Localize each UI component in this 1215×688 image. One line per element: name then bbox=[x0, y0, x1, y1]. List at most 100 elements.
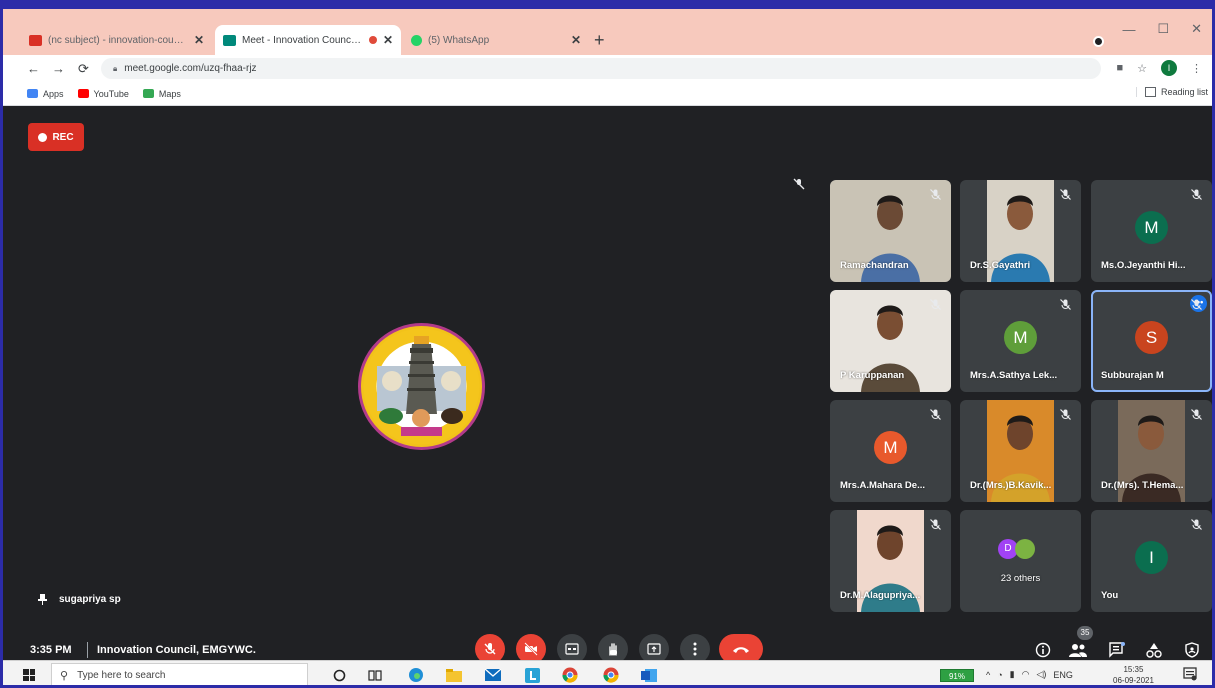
mic-off-icon bbox=[484, 643, 496, 655]
reading-list-icon bbox=[1144, 87, 1156, 97]
participant-name: Dr.(Mrs.)B.Kavik... bbox=[970, 480, 1052, 491]
network-icon[interactable]: ◔ bbox=[997, 670, 1002, 680]
whatsapp-icon bbox=[411, 34, 422, 46]
minimize-icon[interactable]: — bbox=[1122, 22, 1135, 37]
participant-tile[interactable]: D 23 others bbox=[960, 510, 1081, 612]
participant-tile[interactable]: Dr.(Mrs). T.Hema... bbox=[1091, 400, 1212, 502]
pin-icon[interactable] bbox=[38, 594, 47, 605]
activities-icon bbox=[1146, 643, 1162, 658]
participant-name: You bbox=[1101, 590, 1119, 601]
close-icon[interactable]: ✕ bbox=[383, 33, 393, 47]
address-bar: ← → ⟳ 🔒︎ meet.google.com/uzq-fhaa-rjz ■ … bbox=[3, 55, 1212, 82]
participant-avatar: M bbox=[1135, 211, 1168, 244]
tab-whatsapp[interactable]: (5) WhatsApp ✕ bbox=[403, 25, 589, 55]
close-window-icon[interactable]: ✕ bbox=[1191, 21, 1202, 37]
system-tray: ^ ◔ ▮ ◠ ◁) ENG bbox=[986, 669, 1073, 680]
windows-start-icon[interactable] bbox=[23, 669, 35, 681]
chevron-up-icon[interactable]: ^ bbox=[986, 670, 990, 680]
back-icon[interactable]: ← bbox=[21, 61, 46, 76]
new-tab-button[interactable]: + bbox=[594, 30, 605, 51]
close-icon[interactable]: ✕ bbox=[194, 33, 204, 47]
taskbar-search-input[interactable]: ⚲ Type here to search bbox=[51, 663, 308, 685]
participant-tile[interactable]: M Mrs.A.Sathya Lek... bbox=[960, 290, 1081, 392]
windows-taskbar: ⚲ Type here to search 91% ^ ◔ ▮ ◠ ◁) ENG… bbox=[3, 660, 1212, 685]
meeting-title: Innovation Council, EMGYWC. bbox=[97, 644, 256, 656]
bookmark-youtube[interactable]: YouTube bbox=[77, 89, 129, 99]
edge-icon[interactable] bbox=[406, 665, 426, 685]
participant-avatar: I bbox=[1135, 541, 1168, 574]
recording-label: REC bbox=[52, 131, 74, 143]
mic-off-icon bbox=[1191, 299, 1202, 310]
participant-tile[interactable]: Dr.S.Gayathri bbox=[960, 180, 1081, 282]
lync-app-icon[interactable] bbox=[522, 665, 542, 685]
record-dot-icon bbox=[38, 132, 48, 142]
word-icon[interactable] bbox=[639, 665, 659, 685]
file-explorer-icon[interactable] bbox=[444, 665, 464, 685]
activities-button[interactable] bbox=[1145, 641, 1163, 659]
task-view-icon[interactable] bbox=[365, 665, 385, 685]
gmail-icon bbox=[29, 34, 42, 46]
participant-tile[interactable]: Dr.(Mrs.)B.Kavik... bbox=[960, 400, 1081, 502]
participant-tile[interactable]: M Ms.O.Jeyanthi Hi... bbox=[1091, 180, 1212, 282]
tab-title: Meet - Innovation Council, E bbox=[242, 34, 363, 46]
tab-meet[interactable]: Meet - Innovation Council, E ✕ bbox=[215, 25, 401, 55]
presenter-name: sugapriya sp bbox=[38, 594, 121, 605]
college-logo bbox=[358, 323, 485, 450]
language-indicator[interactable]: ENG bbox=[1053, 670, 1073, 680]
participant-avatar bbox=[1015, 539, 1035, 559]
account-avatar[interactable]: I bbox=[1161, 60, 1177, 76]
bookmark-star-icon[interactable]: ☆ bbox=[1137, 62, 1147, 75]
chrome-active-icon[interactable] bbox=[601, 665, 621, 685]
mail-icon[interactable] bbox=[483, 665, 503, 685]
profile-icon[interactable] bbox=[1093, 36, 1104, 47]
participant-tile[interactable]: I You bbox=[1091, 510, 1212, 612]
reading-list-label: Reading list bbox=[1160, 87, 1208, 97]
maps-icon bbox=[142, 89, 154, 98]
chat-button[interactable] bbox=[1108, 641, 1126, 659]
presenter-name-label: sugapriya sp bbox=[59, 594, 121, 605]
microphone-icon[interactable]: ▮ bbox=[1010, 669, 1015, 680]
mic-off-icon bbox=[1191, 519, 1202, 530]
camera-in-use-icon[interactable]: ■ bbox=[1116, 62, 1123, 74]
taskbar-clock[interactable]: 15:35 06-09-2021 bbox=[1113, 664, 1154, 685]
host-controls-button[interactable] bbox=[1183, 641, 1201, 659]
reload-icon[interactable]: ⟳ bbox=[71, 61, 96, 77]
tab-title: (nc subject) - innovation-council bbox=[48, 34, 188, 46]
meeting-details-button[interactable] bbox=[1034, 641, 1052, 659]
mic-off-icon bbox=[930, 189, 941, 200]
close-icon[interactable]: ✕ bbox=[571, 33, 581, 47]
screenshot-frame: (nc subject) - innovation-council ✕ Meet… bbox=[0, 0, 1215, 688]
battery-indicator[interactable]: 91% bbox=[940, 669, 974, 682]
meet-icon bbox=[223, 34, 236, 46]
participant-tile[interactable]: Ramachandran bbox=[830, 180, 951, 282]
maximize-icon[interactable]: ☐ bbox=[1157, 21, 1169, 37]
participant-tile[interactable]: M Mrs.A.Mahara De... bbox=[830, 400, 951, 502]
mic-off-icon bbox=[1060, 409, 1071, 420]
notification-icon[interactable] bbox=[1183, 667, 1197, 681]
participant-avatar: M bbox=[1004, 321, 1037, 354]
info-icon bbox=[1035, 642, 1051, 658]
volume-icon[interactable]: ◁) bbox=[1036, 669, 1046, 680]
participant-avatar: S bbox=[1135, 321, 1168, 354]
tab-gmail[interactable]: (nc subject) - innovation-council ✕ bbox=[21, 25, 212, 55]
wifi-icon[interactable]: ◠ bbox=[1022, 669, 1030, 680]
participant-name: Ms.O.Jeyanthi Hi... bbox=[1101, 260, 1186, 271]
forward-icon[interactable]: → bbox=[46, 61, 71, 76]
mic-off-icon bbox=[930, 299, 941, 310]
bookmark-maps[interactable]: Maps bbox=[142, 89, 181, 99]
reading-list-button[interactable]: Reading list bbox=[1135, 87, 1208, 97]
browser-menu-icon[interactable]: ⋮ bbox=[1191, 62, 1202, 75]
cortana-icon[interactable] bbox=[329, 665, 349, 685]
mic-off-icon bbox=[930, 409, 941, 420]
people-button[interactable] bbox=[1069, 641, 1087, 659]
participant-tile[interactable]: Dr.M.Alagupriya... bbox=[830, 510, 951, 612]
participant-name: Dr.S.Gayathri bbox=[970, 260, 1031, 271]
phone-hangup-icon bbox=[733, 647, 749, 653]
mic-off-icon bbox=[930, 519, 941, 530]
bookmark-apps[interactable]: Apps bbox=[27, 89, 64, 99]
participant-tile[interactable]: S•••Subburajan M bbox=[1091, 290, 1212, 392]
participant-tile[interactable]: P Karuppanan bbox=[830, 290, 951, 392]
chrome-icon[interactable] bbox=[560, 665, 580, 685]
browser-tab-strip: (nc subject) - innovation-council ✕ Meet… bbox=[3, 9, 1212, 55]
url-input[interactable]: 🔒︎ meet.google.com/uzq-fhaa-rjz bbox=[101, 58, 1101, 79]
